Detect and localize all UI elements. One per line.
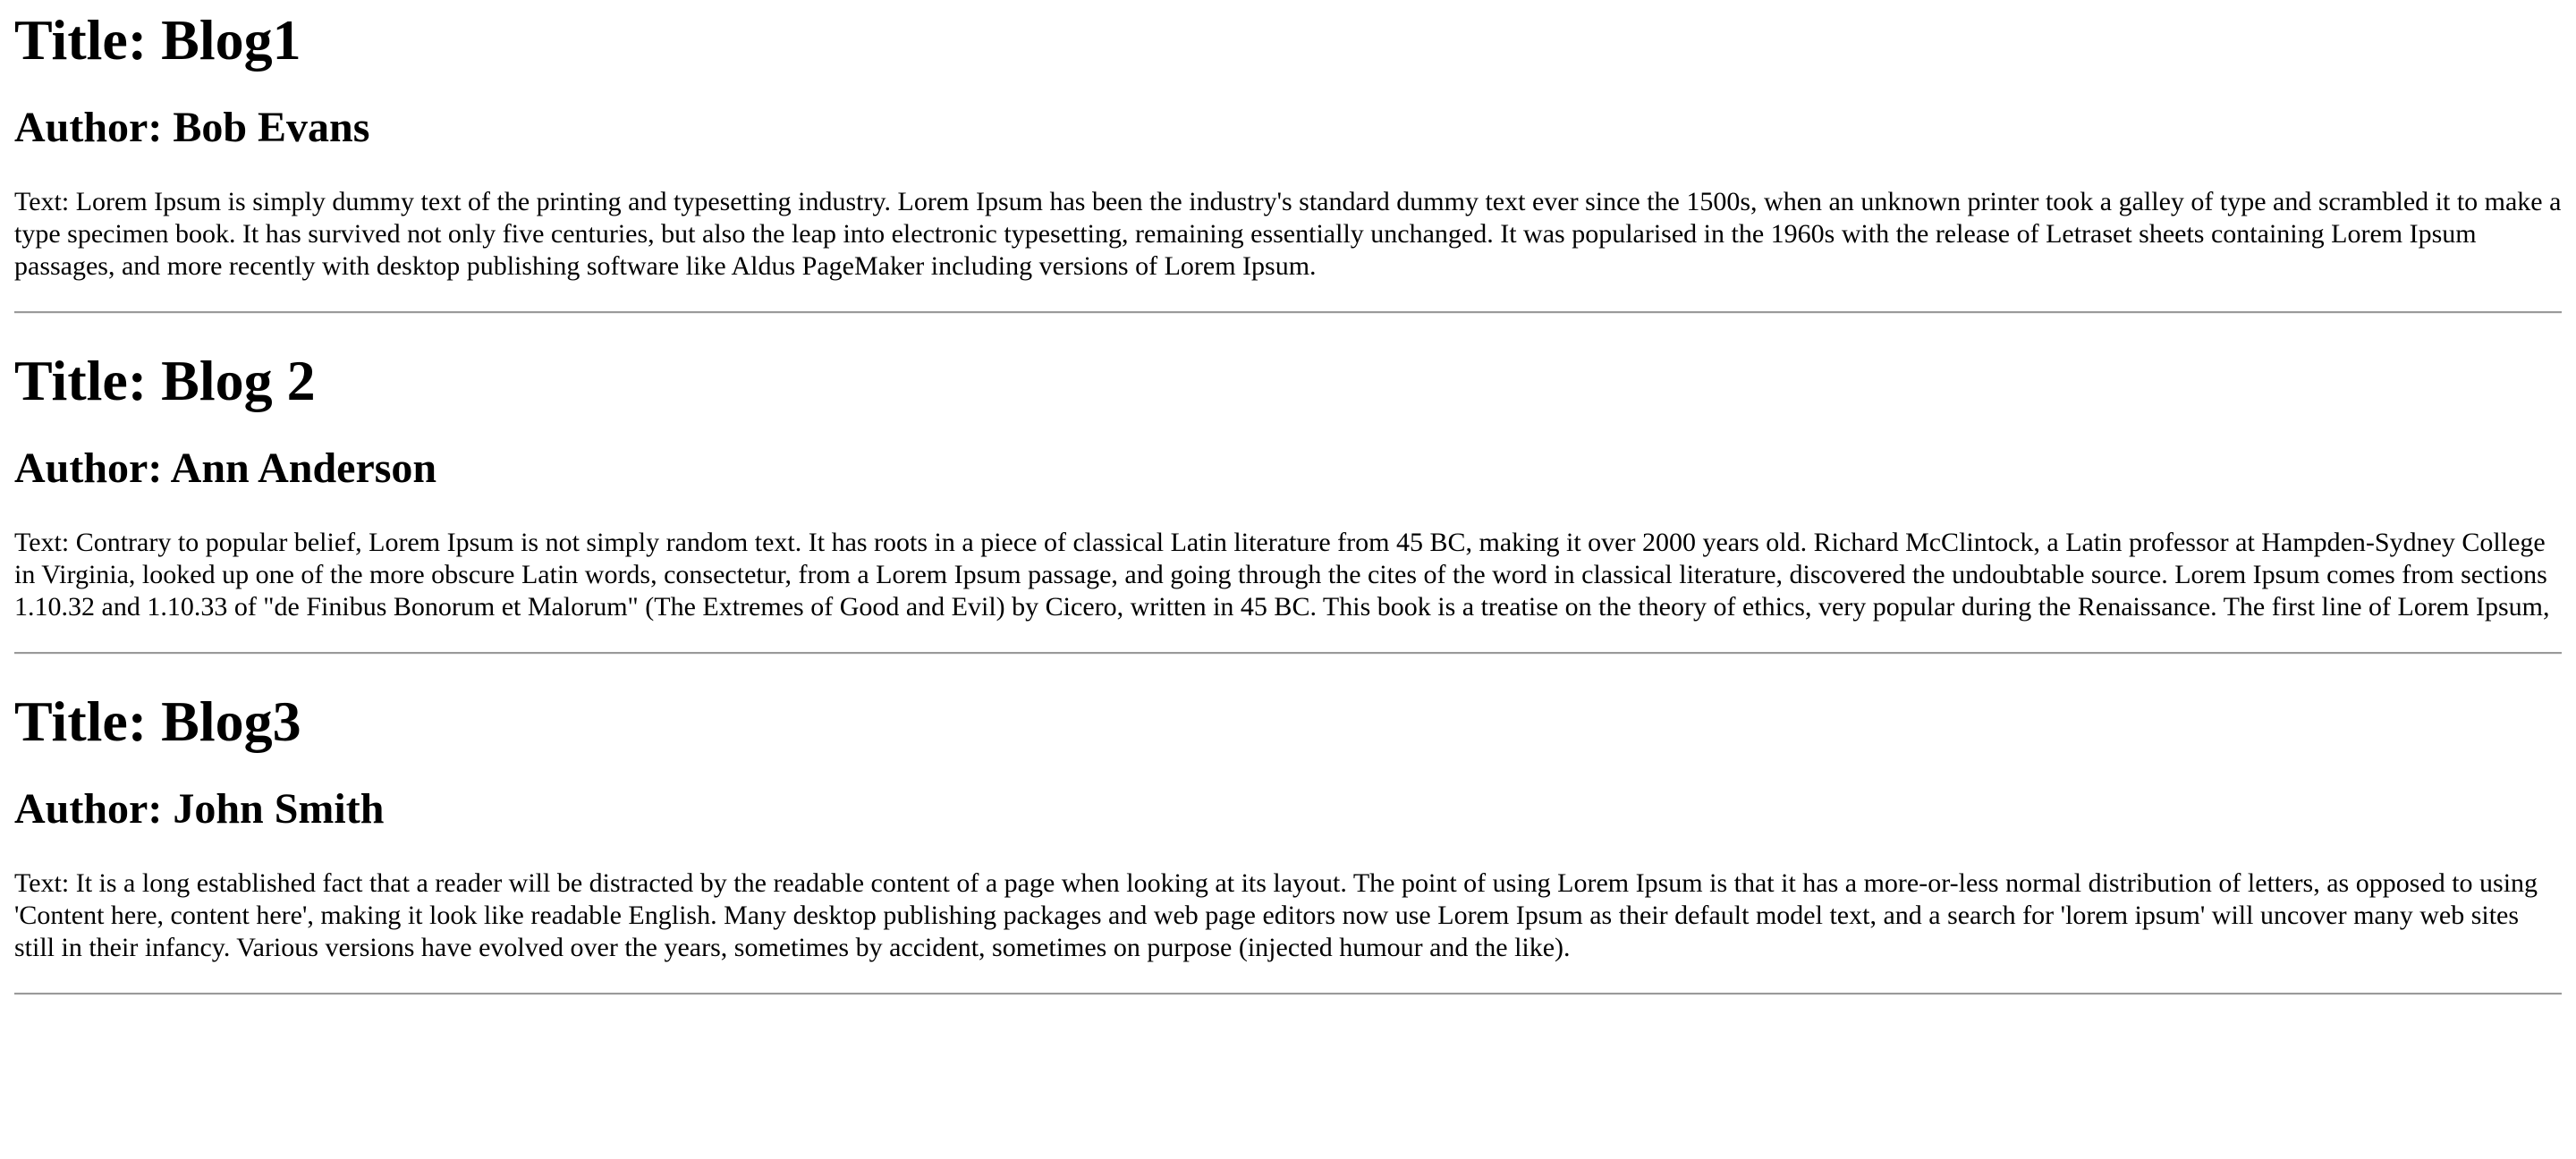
post-title: Title: Blog3 <box>14 689 301 753</box>
blog-post-1: Title: Blog1 Author: Bob Evans Text: Lor… <box>14 7 2562 314</box>
blog-post-3: Title: Blog3 Author: John Smith Text: It… <box>14 689 2562 995</box>
post-text: Text: Contrary to popular belief, Lorem … <box>14 528 2550 622</box>
post-divider <box>14 311 2562 314</box>
post-title: Title: Blog 2 <box>14 349 316 412</box>
post-text: Text: Lorem Ipsum is simply dummy text o… <box>14 187 2562 281</box>
post-title: Title: Blog1 <box>14 8 301 72</box>
post-author: Author: John Smith <box>14 785 385 833</box>
post-author: Author: Ann Anderson <box>14 444 437 492</box>
post-divider <box>14 993 2562 995</box>
post-text: Text: It is a long established fact that… <box>14 868 2538 962</box>
blog-list: Title: Blog1 Author: Bob Evans Text: Lor… <box>0 7 2576 995</box>
blog-post-2: Title: Blog 2 Author: Ann Anderson Text:… <box>14 348 2562 655</box>
post-author: Author: Bob Evans <box>14 104 370 151</box>
post-divider <box>14 652 2562 655</box>
